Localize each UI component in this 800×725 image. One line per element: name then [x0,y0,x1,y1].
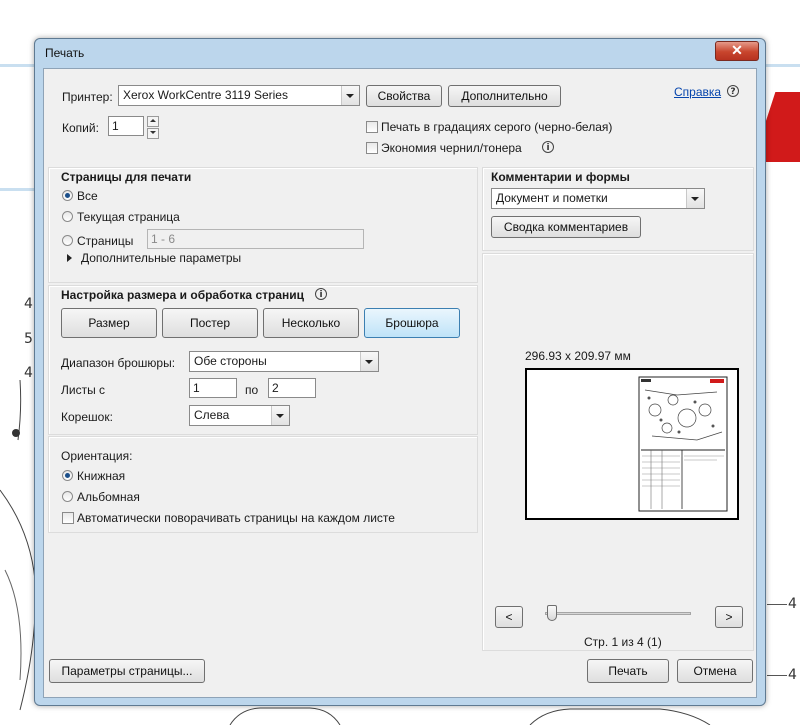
landscape-label: Альбомная [77,490,140,504]
pages-range-input[interactable]: 1 - 6 [147,229,364,249]
sheets-to-input[interactable]: 2 [268,378,316,398]
background-number: 4 [24,296,33,312]
pages-all-label: Все [77,189,98,203]
auto-rotate-checkbox[interactable] [62,512,74,524]
comments-panel: Комментарии и формы Документ и пометки С… [482,167,754,251]
more-options-link[interactable]: Дополнительные параметры [81,251,241,265]
comments-title: Комментарии и формы [491,170,630,184]
booklet-mode-button[interactable]: Брошюра [364,308,460,338]
save-ink-label: Экономия чернил/тонера [381,141,522,155]
chevron-down-icon[interactable] [271,406,289,425]
binding-label: Корешок: [61,410,113,424]
copies-stepper[interactable] [147,116,159,139]
save-ink-checkbox[interactable] [366,142,378,154]
printer-select[interactable]: Xerox WorkCentre 3119 Series [118,85,360,106]
close-button[interactable]: ✕ [715,41,759,61]
pages-title: Страницы для печати [61,170,192,184]
stepper-down-icon[interactable] [147,128,159,139]
background-number: 5 [24,331,33,347]
printer-select-value: Xerox WorkCentre 3119 Series [123,88,288,102]
pages-current-label: Текущая страница [77,210,180,224]
chevron-down-icon[interactable] [341,86,359,105]
booklet-range-select[interactable]: Обе стороны [189,351,379,372]
portrait-radio[interactable] [62,470,73,481]
auto-rotate-label: Автоматически поворачивать страницы на к… [77,511,395,525]
sizing-title: Настройка размера и обработка страниц [61,288,304,302]
preview-page [525,368,739,520]
page-slider-track[interactable] [545,612,691,615]
window-title: Печать [45,46,85,60]
help-icon[interactable]: ? [727,85,739,97]
background-logo [760,82,800,192]
page-setup-button[interactable]: Параметры страницы... [49,659,205,683]
cancel-button[interactable]: Отмена [677,659,753,683]
stepper-up-icon[interactable] [147,116,159,127]
close-icon: ✕ [731,42,743,58]
background-drawing-bottom [229,707,711,725]
size-mode-button[interactable]: Размер [61,308,157,338]
page-slider-thumb[interactable] [547,605,557,621]
comments-summary-button[interactable]: Сводка комментариев [491,216,641,238]
chevron-down-icon[interactable] [686,189,704,208]
dialog-body: Принтер: Xerox WorkCentre 3119 Series Св… [43,68,757,698]
background-number: 4 [788,667,797,683]
binding-select[interactable]: Слева [189,405,290,426]
orientation-panel: Ориентация: Книжная Альбомная Автоматиче… [48,436,478,533]
sheets-from-input[interactable]: 1 [189,378,237,398]
sizing-panel: Настройка размера и обработка страниц i … [48,285,478,435]
comments-select-value: Документ и пометки [496,191,608,205]
preview-size-label: 296.93 x 209.97 мм [525,349,631,363]
sheets-to-label: по [245,383,259,397]
background-leader-line [767,675,787,676]
info-icon[interactable]: i [542,141,554,153]
booklet-range-value: Обе стороны [194,354,267,368]
pages-range-radio[interactable] [62,235,73,246]
pages-all-radio[interactable] [62,190,73,201]
advanced-button[interactable]: Дополнительно [448,85,561,107]
expand-arrow-icon[interactable] [67,254,72,262]
comments-select[interactable]: Документ и пометки [491,188,705,209]
printer-label: Принтер: [62,90,113,104]
copies-input[interactable]: 1 [108,116,144,136]
background-number: 4 [788,596,797,612]
multiple-mode-button[interactable]: Несколько [263,308,359,338]
preview-panel: 296.93 x 209.97 мм < > Стр. 1 из 4 (1) [482,253,754,651]
pages-panel: Страницы для печати Все Текущая страница… [48,167,478,283]
poster-mode-button[interactable]: Постер [162,308,258,338]
booklet-range-label: Диапазон брошюры: [61,356,176,370]
preview-prev-button[interactable]: < [495,606,523,628]
background-leader-line [767,604,787,605]
print-dialog: Печать ✕ Принтер: Xerox WorkCentre 3119 … [34,38,766,706]
preview-next-button[interactable]: > [715,606,743,628]
chevron-down-icon[interactable] [360,352,378,371]
binding-value: Слева [194,408,230,422]
grayscale-checkbox[interactable] [366,121,378,133]
background-number: 4 [24,365,33,381]
orientation-title: Ориентация: [61,449,133,463]
portrait-label: Книжная [77,469,126,483]
print-button[interactable]: Печать [587,659,669,683]
title-bar[interactable]: Печать ✕ [35,39,765,65]
sheets-from-label: Листы с [61,383,106,397]
pages-current-radio[interactable] [62,211,73,222]
preview-thumbnail [638,376,728,512]
pages-range-label: Страницы [77,234,134,248]
copies-label: Копий: [62,121,99,135]
help-link[interactable]: Справка [674,85,721,99]
landscape-radio[interactable] [62,491,73,502]
grayscale-label: Печать в градациях серого (черно-белая) [381,120,613,134]
properties-button[interactable]: Свойства [366,85,442,107]
page-status: Стр. 1 из 4 (1) [584,635,662,649]
info-icon[interactable]: i [315,288,327,300]
